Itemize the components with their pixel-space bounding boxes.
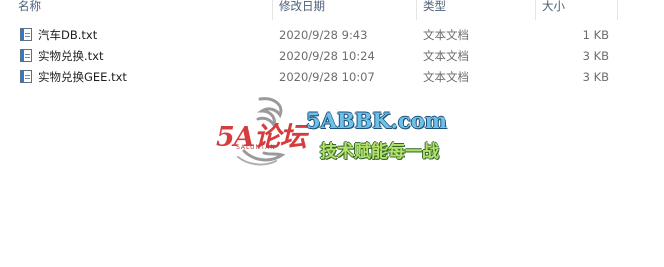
file-type: 文本文档 (423, 70, 469, 84)
file-row[interactable]: 实物兑换.txt 2020/9/28 10:24 文本文档 3 KB (0, 46, 664, 67)
file-modified-date: 2020/9/28 9:43 (279, 28, 368, 42)
text-file-icon (20, 70, 32, 83)
column-divider[interactable] (617, 0, 618, 20)
file-size: 3 KB (582, 70, 609, 84)
column-divider[interactable] (272, 0, 273, 20)
column-header-name[interactable]: 名称 (18, 0, 41, 20)
text-file-icon (20, 28, 32, 41)
file-type: 文本文档 (423, 49, 469, 63)
column-divider[interactable] (535, 0, 536, 20)
file-row[interactable]: 汽车DB.txt 2020/9/28 9:43 文本文档 1 KB (0, 25, 664, 46)
file-size: 3 KB (582, 49, 609, 63)
file-row[interactable]: 实物兑换GEE.txt 2020/9/28 10:07 文本文档 3 KB (0, 67, 664, 88)
column-divider[interactable] (416, 0, 417, 20)
file-name: 汽车DB.txt (38, 28, 98, 42)
watermark-domain: 5ABBK.com (306, 108, 447, 133)
watermark-logo-subtext: SALUNTAN (236, 144, 276, 151)
column-header-bar: 名称 修改日期 类型 大小 (0, 0, 664, 20)
file-type: 文本文档 (423, 28, 469, 42)
column-header-type[interactable]: 类型 (423, 0, 446, 20)
file-name: 实物兑换.txt (38, 49, 104, 63)
file-modified-date: 2020/9/28 10:07 (279, 70, 375, 84)
file-name: 实物兑换GEE.txt (38, 70, 127, 84)
watermark: 5A论坛 SALUNTAN 5ABBK.com 技术赋能每一战 (210, 95, 450, 170)
file-size: 1 KB (582, 28, 609, 42)
column-header-date[interactable]: 修改日期 (279, 0, 325, 20)
watermark-slogan: 技术赋能每一战 (320, 142, 439, 162)
text-file-icon (20, 49, 32, 62)
column-header-size[interactable]: 大小 (542, 0, 565, 20)
file-modified-date: 2020/9/28 10:24 (279, 49, 375, 63)
